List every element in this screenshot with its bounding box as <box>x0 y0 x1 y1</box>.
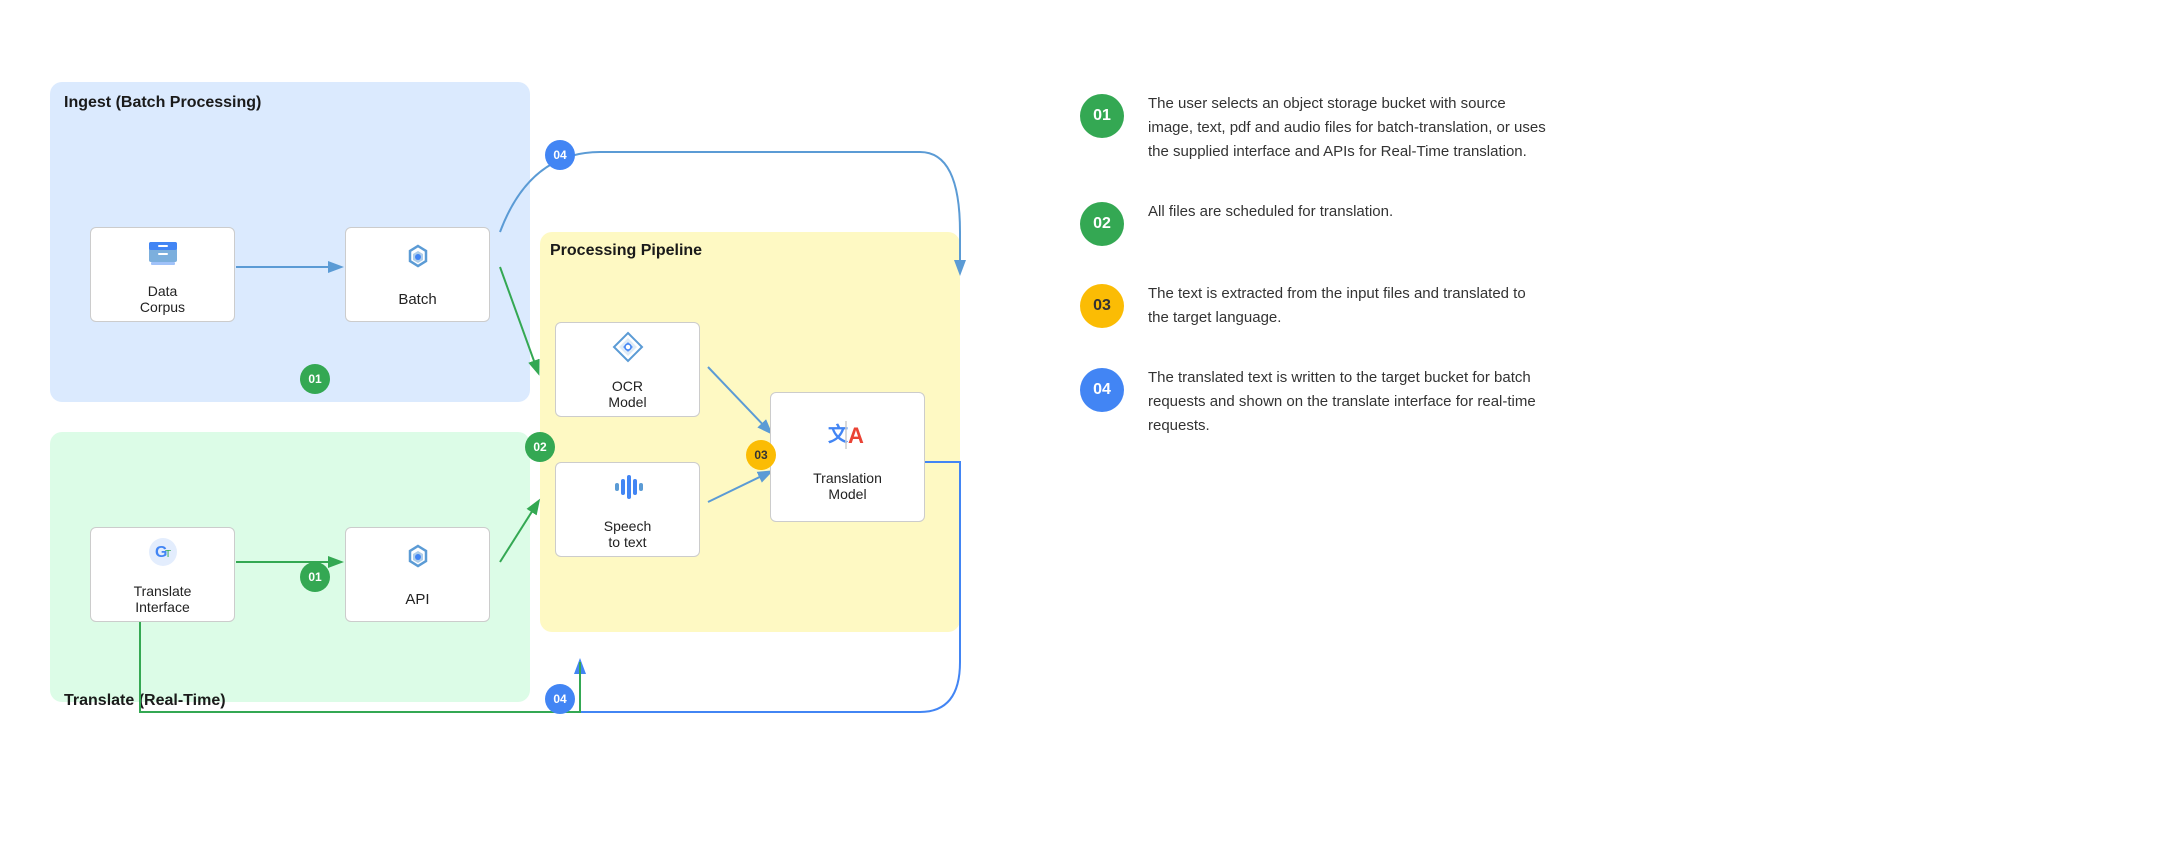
ocr-model-box: OCR Model <box>555 322 700 417</box>
legend-item-3: 03 The text is extracted from the input … <box>1080 282 2122 330</box>
legend-text-2: All files are scheduled for translation. <box>1148 200 1393 224</box>
speech-to-text-label: Speech to text <box>604 518 651 550</box>
translation-model-label: Translation Model <box>813 470 882 502</box>
circle-03: 03 <box>746 440 776 470</box>
legend-text-3: The text is extracted from the input fil… <box>1148 282 1548 330</box>
circle-01-translate: 01 <box>300 562 330 592</box>
batch-box: Batch <box>345 227 490 322</box>
legend-circle-4: 04 <box>1080 368 1124 412</box>
circle-01-ingest: 01 <box>300 364 330 394</box>
legend-text-1: The user selects an object storage bucke… <box>1148 92 1548 164</box>
data-corpus-icon <box>145 234 181 277</box>
legend-circle-1: 01 <box>1080 94 1124 138</box>
ocr-model-label: OCR Model <box>608 378 646 410</box>
circle-04-bottom: 04 <box>545 684 575 714</box>
translate-interface-icon: G T <box>145 534 181 577</box>
main-container: Ingest (Batch Processing) Translate (Rea… <box>40 72 2122 792</box>
speech-to-text-box: Speech to text <box>555 462 700 557</box>
data-corpus-box: Data Corpus <box>90 227 235 322</box>
batch-icon <box>400 242 436 285</box>
translate-label: Translate (Real-Time) <box>64 692 226 710</box>
translate-interface-box: G T Translate Interface <box>90 527 235 622</box>
speech-to-text-icon <box>610 469 646 512</box>
legend-item-1: 01 The user selects an object storage bu… <box>1080 92 2122 164</box>
circle-04-top: 04 <box>545 140 575 170</box>
translation-model-box: 文 A Translation Model <box>770 392 925 522</box>
api-icon <box>400 542 436 585</box>
translate-interface-label: Translate Interface <box>134 583 192 615</box>
legend-item-2: 02 All files are scheduled for translati… <box>1080 200 2122 246</box>
legend-text-4: The translated text is written to the ta… <box>1148 366 1548 438</box>
api-box: API <box>345 527 490 622</box>
pipeline-label: Processing Pipeline <box>550 242 702 260</box>
batch-label: Batch <box>398 291 436 308</box>
diagram-canvas: Ingest (Batch Processing) Translate (Rea… <box>40 72 1020 792</box>
svg-text:T: T <box>165 549 171 560</box>
legend: 01 The user selects an object storage bu… <box>1080 72 2122 438</box>
svg-text:A: A <box>848 423 864 448</box>
legend-circle-2: 02 <box>1080 202 1124 246</box>
data-corpus-label: Data Corpus <box>140 283 185 315</box>
translation-model-icon: 文 A <box>826 413 870 464</box>
legend-item-4: 04 The translated text is written to the… <box>1080 366 2122 438</box>
api-label: API <box>405 591 429 608</box>
legend-circle-3: 03 <box>1080 284 1124 328</box>
ingest-label: Ingest (Batch Processing) <box>64 94 261 112</box>
ocr-model-icon <box>610 329 646 372</box>
circle-02: 02 <box>525 432 555 462</box>
